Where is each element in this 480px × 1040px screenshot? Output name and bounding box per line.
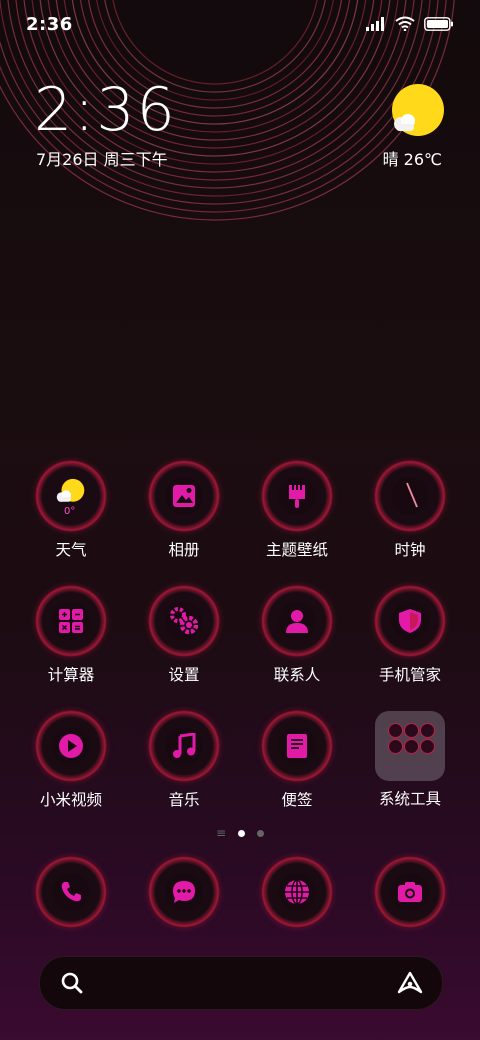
brush-icon [289,484,305,508]
dock-camera[interactable] [354,856,466,928]
app-settings[interactable]: 设置 [128,585,240,685]
cloud-icon [394,114,415,131]
signal-icon [366,16,384,31]
app-label: 主题壁纸 [265,541,328,559]
dock-phone[interactable] [15,856,127,928]
phone-icon [61,882,81,902]
app-label: 手机管家 [378,666,441,684]
minus-screen-icon: ≡ [215,826,227,840]
app-notes[interactable]: 便签 [241,710,353,810]
battery-icon [424,16,453,31]
app-themes[interactable]: 主题壁纸 [241,460,353,560]
gear-icon [170,607,199,635]
clock-icon [406,482,418,508]
status-time: 2:36 [26,14,73,35]
app-label: 小米视频 [39,791,102,809]
app-weather[interactable]: 0° 天气 [15,460,127,560]
app-label: 联系人 [273,666,321,684]
app-folder-tools[interactable]: 系统工具 [354,710,466,809]
app-calculator[interactable]: 计算器 [15,585,127,685]
calculator-icon [59,609,83,633]
wifi-icon [395,16,415,31]
app-label: 天气 [55,541,87,559]
page-indicator[interactable]: ≡ [0,826,480,840]
contact-icon [286,610,308,633]
app-gallery[interactable]: 相册 [128,460,240,560]
app-security[interactable]: 手机管家 [354,585,466,685]
app-label: 便签 [281,791,313,809]
folder-icon [375,711,445,781]
dock-browser[interactable] [241,856,353,928]
browser-icon [285,879,309,905]
play-icon [59,734,83,758]
clock-time[interactable]: 2:36 [34,78,177,142]
note-icon [287,734,307,758]
app-label: 时钟 [394,541,426,559]
app-video[interactable]: 小米视频 [15,710,127,810]
page-dot [257,830,265,837]
app-contacts[interactable]: 联系人 [241,585,353,685]
app-label: 系统工具 [378,790,441,808]
page-dot-active [238,830,246,837]
camera-icon [398,882,422,902]
app-label: 音乐 [168,791,200,809]
message-icon [173,881,195,903]
shield-icon [399,609,421,633]
search-bar[interactable] [39,956,443,1010]
app-clock[interactable]: 时钟 [354,460,466,560]
weather-temp-badge: 0° [64,506,76,517]
app-music[interactable]: 音乐 [128,710,240,810]
assistant-icon[interactable] [396,970,424,996]
dock-messages[interactable] [128,856,240,928]
status-bar: 2:36 [0,0,480,50]
gallery-icon [173,485,195,507]
clock-date: 7月26日 周三下午 [36,150,168,169]
weather-summary: 晴 26℃ [382,150,442,169]
app-label: 设置 [168,666,200,684]
app-label: 相册 [168,541,200,559]
search-icon[interactable] [60,971,84,995]
music-icon [173,733,196,758]
app-label: 计算器 [47,666,95,684]
